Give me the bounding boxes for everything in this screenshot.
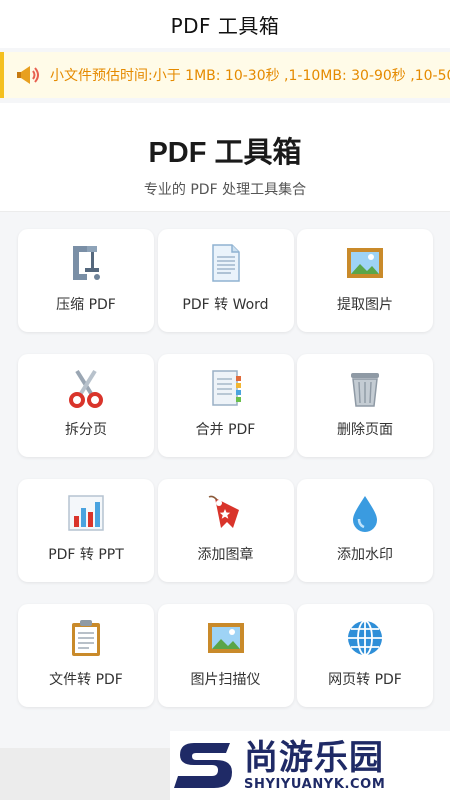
bar-chart-icon: [64, 491, 108, 535]
watermark-domain: SHYIYUANYK.COM: [244, 777, 386, 792]
tool-label: 添加水印: [337, 547, 393, 563]
tool-merge-pdf[interactable]: 合并 PDF: [157, 354, 294, 457]
tool-delete-pages[interactable]: 删除页面: [297, 354, 433, 457]
tool-label: 拆分页: [65, 422, 107, 438]
tool-webpage-to-pdf[interactable]: 网页转 PDF: [297, 604, 433, 707]
stamp-tag-icon: [204, 491, 248, 535]
scissors-icon: [64, 366, 108, 410]
tool-label: 合并 PDF: [195, 422, 256, 438]
clamp-icon: [64, 241, 108, 285]
tool-file-to-pdf[interactable]: 文件转 PDF: [18, 604, 154, 707]
tool-pdf-to-ppt[interactable]: PDF 转 PPT: [18, 479, 154, 582]
tool-label: 添加图章: [197, 547, 254, 563]
framed-picture-icon: [343, 241, 387, 285]
droplet-icon: [343, 491, 387, 535]
trash-icon: [343, 366, 387, 410]
watermark-logo-icon: [174, 742, 232, 788]
tool-label: 图片扫描仪: [190, 672, 261, 688]
tool-label: PDF 转 Word: [182, 297, 269, 313]
tool-label: 压缩 PDF: [56, 297, 116, 313]
globe-icon: [343, 616, 387, 660]
hero-title: PDF 工具箱: [148, 137, 302, 169]
megaphone-icon: [17, 66, 39, 84]
tool-label: PDF 转 PPT: [48, 547, 124, 563]
clipboard-icon: [64, 616, 108, 660]
hero-subtitle: 专业的 PDF 处理工具集合: [143, 182, 307, 198]
framed-picture-icon: [204, 616, 248, 660]
document-icon: [204, 241, 248, 285]
watermark: 尚游乐园 SHYIYUANYK.COM: [170, 731, 450, 800]
tool-add-stamp[interactable]: 添加图章: [157, 479, 294, 582]
app-title: PDF 工具箱: [170, 13, 280, 38]
binder-icon: [204, 366, 248, 410]
tool-compress-pdf[interactable]: 压缩 PDF: [18, 229, 154, 332]
watermark-name: 尚游乐园: [244, 738, 384, 778]
tool-label: 删除页面: [337, 422, 393, 438]
top-bar: PDF 工具箱: [0, 0, 450, 48]
tool-label: 提取图片: [337, 297, 393, 313]
notice-banner: 小文件预估时间:小于 1MB: 10-30秒 ,1-10MB: 30-90秒 ,…: [0, 52, 450, 98]
tool-label: 文件转 PDF: [49, 672, 123, 688]
tool-extract-images[interactable]: 提取图片: [297, 229, 433, 332]
tool-grid: 压缩 PDF PDF 转 Word 提取图片 拆分页 合并 PDF 删除页面 P…: [18, 229, 433, 707]
hero-section: PDF 工具箱 专业的 PDF 处理工具集合: [0, 103, 450, 212]
tool-add-watermark[interactable]: 添加水印: [297, 479, 433, 582]
tool-image-scanner[interactable]: 图片扫描仪: [157, 604, 294, 707]
notice-text: 小文件预估时间:小于 1MB: 10-30秒 ,1-10MB: 30-90秒 ,…: [50, 68, 450, 84]
tool-pdf-to-word[interactable]: PDF 转 Word: [157, 229, 294, 332]
tool-label: 网页转 PDF: [328, 672, 402, 688]
tool-split-pages[interactable]: 拆分页: [18, 354, 154, 457]
